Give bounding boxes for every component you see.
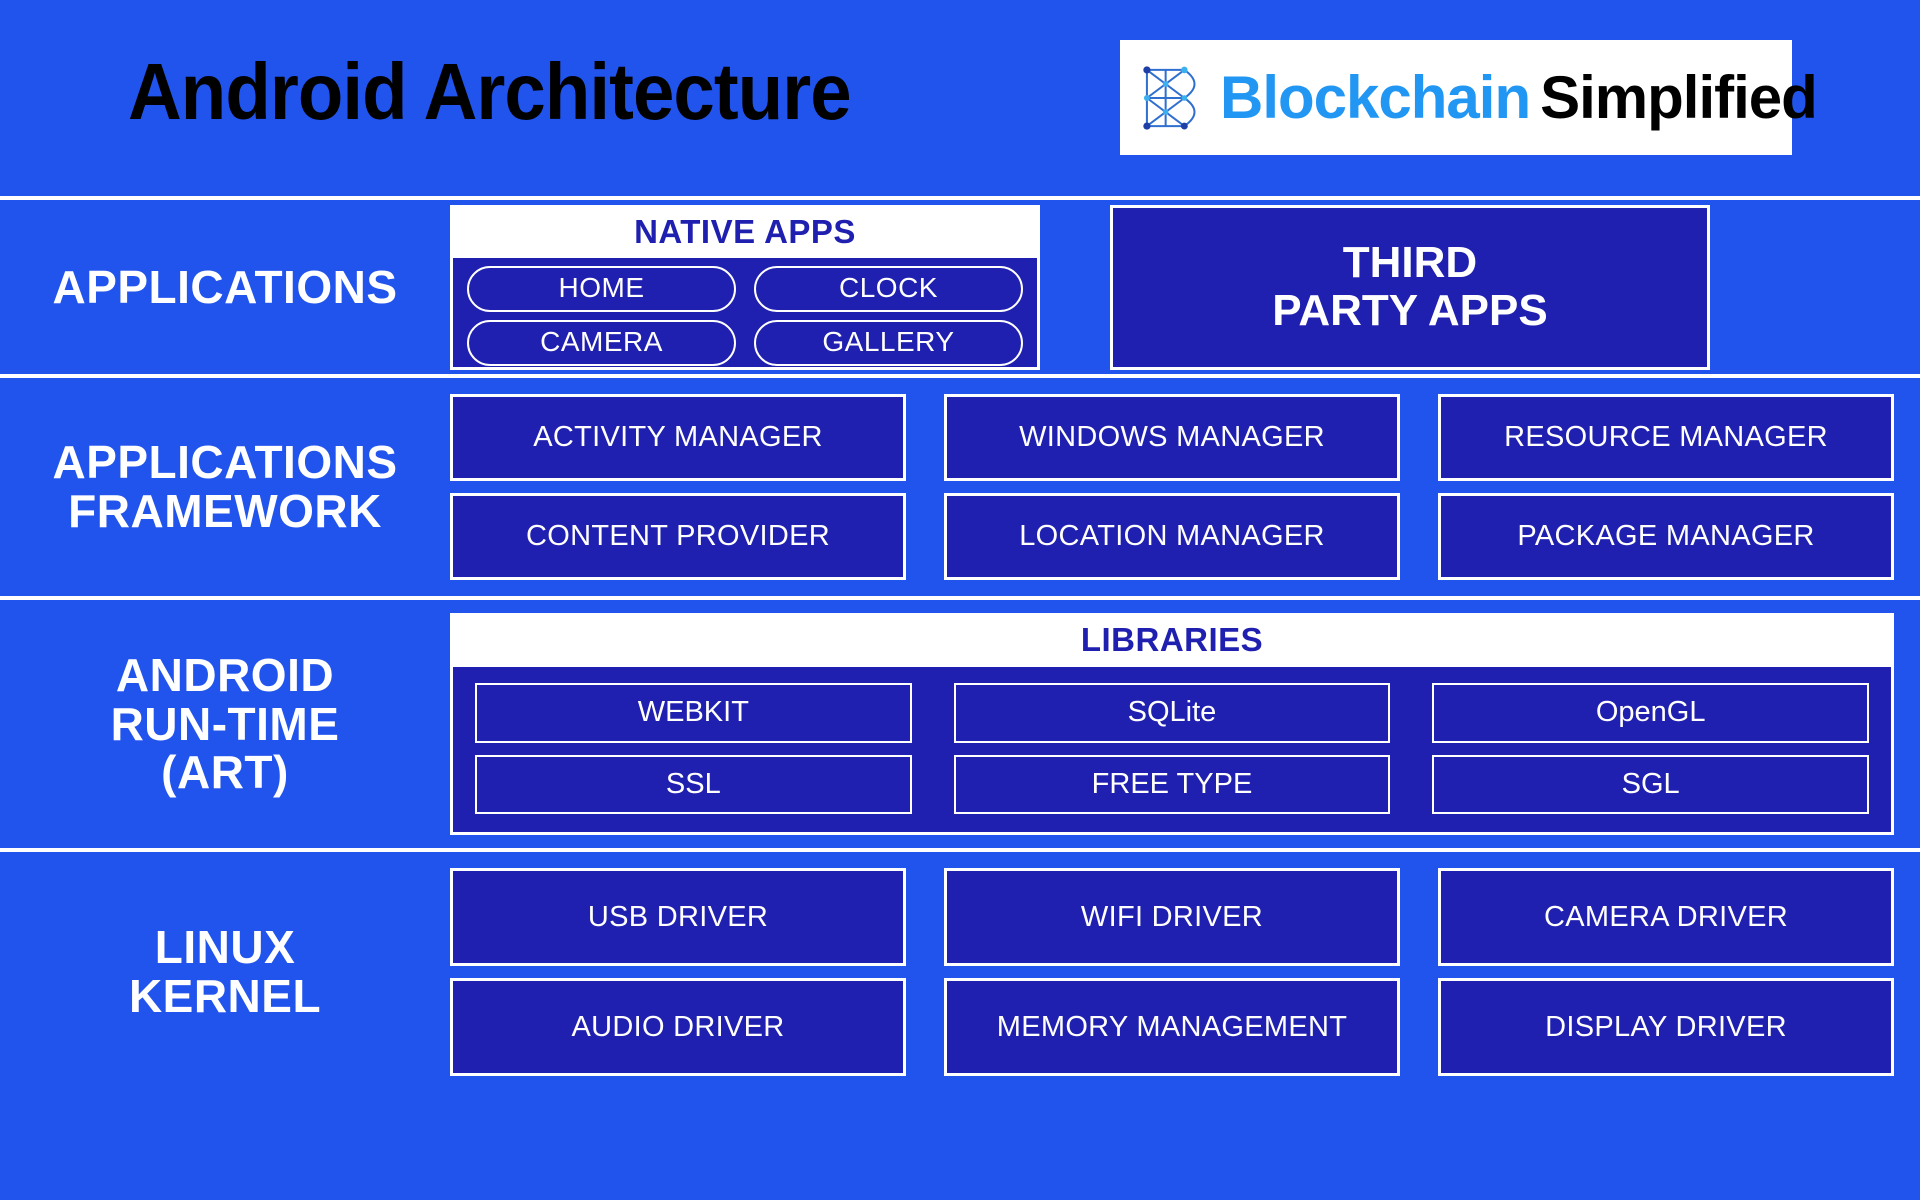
layer-linux-kernel: LINUX KERNEL USB DRIVER WIFI DRIVER CAME… bbox=[0, 852, 1920, 1092]
layer-label-android-runtime: ANDROID RUN-TIME (ART) bbox=[0, 651, 450, 797]
kernel-box-wifi-driver[interactable]: WIFI DRIVER bbox=[944, 868, 1400, 966]
framework-label-line2: FRAMEWORK bbox=[68, 485, 382, 537]
kernel-box-audio-driver[interactable]: AUDIO DRIVER bbox=[450, 978, 906, 1076]
framework-box-content-provider[interactable]: CONTENT PROVIDER bbox=[450, 493, 906, 580]
kernel-label-line2: KERNEL bbox=[128, 970, 322, 1022]
diagram-header: Android Architecture Blockchain Simplifi… bbox=[0, 0, 1920, 200]
framework-content: ACTIVITY MANAGER WINDOWS MANAGER RESOURC… bbox=[450, 378, 1920, 596]
native-app-home[interactable]: HOME bbox=[467, 265, 736, 312]
native-app-gallery[interactable]: GALLERY bbox=[754, 319, 1023, 366]
library-box-webkit[interactable]: WEBKIT bbox=[475, 683, 912, 743]
kernel-label-line1: LINUX bbox=[154, 921, 296, 974]
page-title: Android Architecture bbox=[128, 47, 852, 136]
kernel-content: USB DRIVER WIFI DRIVER CAMERA DRIVER AUD… bbox=[450, 852, 1920, 1092]
third-party-line1: THIRD bbox=[1342, 237, 1478, 287]
native-apps-row: HOME CLOCK bbox=[467, 265, 1023, 312]
runtime-label-line3: (ART) bbox=[161, 746, 289, 799]
native-apps-row: CAMERA GALLERY bbox=[467, 319, 1023, 366]
kernel-box-display-driver[interactable]: DISPLAY DRIVER bbox=[1438, 978, 1894, 1076]
layer-label-linux-kernel: LINUX KERNEL bbox=[0, 923, 450, 1021]
layer-label-applications: APPLICATIONS bbox=[52, 260, 398, 313]
library-box-sgl[interactable]: SGL bbox=[1432, 754, 1869, 814]
brand-word-blockchain: Blockchain bbox=[1220, 63, 1531, 131]
libraries-box-grid: WEBKIT SQLite OpenGL SSL FREE TYPE SGL bbox=[453, 667, 1891, 832]
framework-box-grid: ACTIVITY MANAGER WINDOWS MANAGER RESOURC… bbox=[450, 378, 1894, 596]
native-app-clock[interactable]: CLOCK bbox=[754, 265, 1023, 312]
layer-applications-framework: APPLICATIONS FRAMEWORK ACTIVITY MANAGER … bbox=[0, 378, 1920, 600]
framework-box-package-manager[interactable]: PACKAGE MANAGER bbox=[1438, 493, 1894, 580]
applications-content: NATIVE APPS HOME CLOCK CAMERA GALLERY TH… bbox=[450, 200, 1920, 374]
native-apps-panel: NATIVE APPS HOME CLOCK CAMERA GALLERY bbox=[450, 204, 1040, 370]
layer-android-runtime: ANDROID RUN-TIME (ART) LIBRARIES WEBKIT … bbox=[0, 600, 1920, 852]
library-box-free-type[interactable]: FREE TYPE bbox=[953, 754, 1391, 814]
library-box-ssl[interactable]: SSL bbox=[475, 754, 912, 814]
native-apps-caption: NATIVE APPS bbox=[453, 207, 1037, 258]
libraries-panel: LIBRARIES WEBKIT SQLite OpenGL SSL FREE … bbox=[450, 613, 1894, 835]
framework-box-windows-manager[interactable]: WINDOWS MANAGER bbox=[944, 394, 1400, 481]
library-box-opengl[interactable]: OpenGL bbox=[1432, 683, 1869, 743]
framework-box-resource-manager[interactable]: RESOURCE MANAGER bbox=[1438, 394, 1894, 481]
third-party-line2: PARTY APPS bbox=[1272, 286, 1548, 335]
libraries-caption: LIBRARIES bbox=[453, 616, 1891, 667]
framework-label-line1: APPLICATIONS bbox=[52, 436, 398, 489]
native-app-camera[interactable]: CAMERA bbox=[467, 319, 736, 366]
layer-label-applications-framework: APPLICATIONS FRAMEWORK bbox=[0, 438, 450, 536]
brand-logo: Blockchain Simplified bbox=[1120, 40, 1818, 155]
native-apps-body: HOME CLOCK CAMERA GALLERY bbox=[453, 258, 1037, 376]
android-architecture-diagram: Android Architecture Blockchain Simplifi… bbox=[0, 0, 1920, 1200]
third-party-apps-box[interactable]: THIRD PARTY APPS bbox=[1110, 204, 1710, 370]
brand-logo-text: Blockchain Simplified bbox=[1220, 67, 1818, 128]
runtime-label-line1: ANDROID bbox=[115, 648, 335, 701]
kernel-box-grid: USB DRIVER WIFI DRIVER CAMERA DRIVER AUD… bbox=[450, 852, 1894, 1092]
blockchain-b-node-icon bbox=[1136, 58, 1214, 138]
framework-box-activity-manager[interactable]: ACTIVITY MANAGER bbox=[450, 394, 906, 481]
layer-applications: APPLICATIONS NATIVE APPS HOME CLOCK CAME… bbox=[0, 200, 1920, 378]
kernel-box-memory-management[interactable]: MEMORY MANAGEMENT bbox=[944, 978, 1400, 1076]
brand-word-simplified: Simplified bbox=[1540, 63, 1818, 131]
runtime-content: LIBRARIES WEBKIT SQLite OpenGL SSL FREE … bbox=[450, 600, 1920, 848]
library-box-sqlite[interactable]: SQLite bbox=[953, 683, 1391, 743]
kernel-box-camera-driver[interactable]: CAMERA DRIVER bbox=[1438, 868, 1894, 966]
kernel-box-usb-driver[interactable]: USB DRIVER bbox=[450, 868, 906, 966]
runtime-label-line2: RUN-TIME bbox=[110, 697, 340, 750]
framework-box-location-manager[interactable]: LOCATION MANAGER bbox=[944, 493, 1400, 580]
